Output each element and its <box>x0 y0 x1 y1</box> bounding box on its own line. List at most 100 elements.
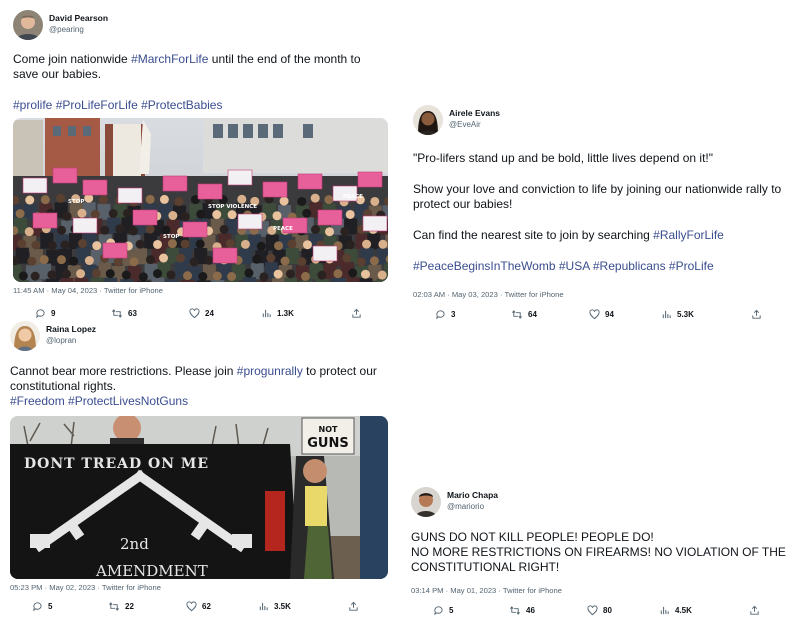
user-handle[interactable]: @pearing <box>49 25 84 34</box>
tweet-text-segment: Can find the nearest site to join by sea… <box>413 228 654 242</box>
views-button[interactable]: 1.3K <box>261 308 294 319</box>
reply-icon <box>436 310 445 320</box>
hashtag-link[interactable]: #Freedom <box>10 394 65 408</box>
share-icon <box>352 308 361 318</box>
tweet-paragraph: Show your love and conviction to life by… <box>413 182 785 212</box>
user-name[interactable]: Airele Evans <box>449 108 500 118</box>
reply-count: 9 <box>51 309 56 318</box>
tweet-text-segment: Come join nationwide <box>13 52 132 66</box>
tweet-card[interactable]: David Pearson @pearing Come join nationw… <box>13 10 388 322</box>
retweet-button[interactable]: 46 <box>509 605 535 616</box>
hashtag-link[interactable]: #prolife <box>13 98 52 112</box>
like-count: 62 <box>202 602 211 611</box>
tweet-timestamp[interactable]: 03:14 PM · May 01, 2023 · Twitter for iP… <box>411 586 788 595</box>
retweet-count: 22 <box>125 602 134 611</box>
protest-sign-text: STOP <box>68 199 84 205</box>
views-icon <box>262 309 271 318</box>
reply-count: 5 <box>449 606 454 615</box>
hashtag-link[interactable]: #RallyForLife <box>653 228 724 242</box>
retweet-count: 63 <box>128 309 137 318</box>
retweet-button[interactable]: 64 <box>511 309 537 320</box>
user-handle[interactable]: @lopran <box>46 336 76 345</box>
like-icon <box>587 605 598 616</box>
retweet-count: 64 <box>528 310 537 319</box>
like-icon <box>189 308 200 319</box>
reply-button[interactable]: 9 <box>35 308 55 319</box>
tweet-line: NO MORE RESTRICTIONS ON FIREARMS! NO VIO… <box>411 545 786 574</box>
views-button[interactable]: 5.3K <box>661 309 694 320</box>
user-name[interactable]: David Pearson <box>49 13 108 23</box>
hashtag-link[interactable]: #ProtectLivesNotGuns <box>68 394 188 408</box>
tweet-header: Raina Lopez @lopran <box>10 321 388 351</box>
like-button[interactable]: 24 <box>189 308 214 319</box>
tweet-actions: 3 64 94 5.3K <box>413 309 788 323</box>
tweet-image[interactable]: STOP STOP VIOLENCE PEACE PEACE STOP <box>13 118 388 282</box>
tweet-timestamp[interactable]: 05:23 PM · May 02, 2023 · Twitter for iP… <box>10 583 388 592</box>
views-icon <box>259 602 268 611</box>
user-name[interactable]: Mario Chapa <box>447 490 498 500</box>
tweet-actions: 9 63 24 1.3K <box>13 308 388 322</box>
sign-text: NOT <box>319 425 338 434</box>
like-button[interactable]: 94 <box>589 309 614 320</box>
avatar[interactable] <box>13 10 43 40</box>
reply-icon <box>36 309 45 319</box>
hashtag-link[interactable]: #progunrally <box>237 364 303 378</box>
tweet-hashtags: #Freedom #ProtectLivesNotGuns <box>10 394 388 409</box>
share-button[interactable] <box>749 605 760 616</box>
tweet-card[interactable]: Raina Lopez @lopran Cannot bear more res… <box>10 321 388 615</box>
tweet-card[interactable]: Mario Chapa @mariorio GUNS DO NOT KILL P… <box>411 487 788 619</box>
reply-button[interactable]: 3 <box>435 309 455 320</box>
tweet-image[interactable]: DONT TREAD ON ME 2nd AMENDMENT NOT GUNS <box>10 416 388 579</box>
like-button[interactable]: 62 <box>186 601 211 612</box>
sign-text-2: GUNS <box>307 436 348 451</box>
views-count: 3.5K <box>274 602 291 611</box>
tweet-header: Mario Chapa @mariorio <box>411 487 788 517</box>
views-count: 1.3K <box>277 309 294 318</box>
avatar[interactable] <box>10 321 40 351</box>
tweet-text: Cannot bear more restrictions. Please jo… <box>10 364 382 394</box>
flag-bottom-text: AMENDMENT <box>95 562 208 579</box>
tweet-timestamp[interactable]: 02:03 AM · May 03, 2023 · Twitter for iP… <box>413 290 788 299</box>
tweet-header: David Pearson @pearing <box>13 10 388 40</box>
tweet-timestamp[interactable]: 11:45 AM · May 04, 2023 · Twitter for iP… <box>13 286 388 295</box>
share-button[interactable] <box>351 308 362 319</box>
tweet-text: Come join nationwide #MarchForLife until… <box>13 52 385 82</box>
avatar[interactable] <box>413 105 443 135</box>
views-button[interactable]: 4.5K <box>659 605 692 616</box>
tweet-paragraph: #PeaceBeginsInTheWomb #USA #Republicans … <box>413 259 785 274</box>
share-button[interactable] <box>348 601 359 612</box>
retweet-icon <box>510 606 520 615</box>
tweet-card[interactable]: Airele Evans @EveAir "Pro-lifers stand u… <box>413 105 788 323</box>
retweet-icon <box>109 602 119 611</box>
share-button[interactable] <box>751 309 762 320</box>
user-handle[interactable]: @mariorio <box>447 502 484 511</box>
retweet-icon <box>512 310 522 319</box>
like-button[interactable]: 80 <box>587 605 612 616</box>
share-icon <box>752 309 761 319</box>
reply-icon <box>434 606 443 616</box>
retweet-icon <box>112 309 122 318</box>
like-count: 24 <box>205 309 214 318</box>
user-handle[interactable]: @EveAir <box>449 120 481 129</box>
tweet-hashtags: #prolife #ProLifeForLife #ProtectBabies <box>13 98 388 113</box>
reply-button[interactable]: 5 <box>433 605 453 616</box>
protest-sign-text: STOP <box>163 234 179 240</box>
hashtag-link[interactable]: #PeaceBeginsInTheWomb #USA #Republicans … <box>413 259 714 273</box>
views-count: 5.3K <box>677 310 694 319</box>
flag-mid-text: 2nd <box>120 535 149 553</box>
hashtag-link[interactable]: #ProLifeForLife <box>56 98 138 112</box>
tweet-text: GUNS DO NOT KILL PEOPLE! PEOPLE DO! NO M… <box>411 530 786 575</box>
tweet-actions: 5 46 80 4.5K <box>411 605 788 619</box>
hashtag-link[interactable]: #ProtectBabies <box>141 98 222 112</box>
retweet-button[interactable]: 63 <box>111 308 137 319</box>
tweet-paragraph: "Pro-lifers stand up and be bold, little… <box>413 151 785 166</box>
reply-icon <box>33 602 42 612</box>
retweet-button[interactable]: 22 <box>108 601 134 612</box>
hashtag-link[interactable]: #MarchForLife <box>131 52 208 66</box>
user-name[interactable]: Raina Lopez <box>46 324 96 334</box>
reply-count: 5 <box>48 602 53 611</box>
like-count: 94 <box>605 310 614 319</box>
reply-button[interactable]: 5 <box>32 601 52 612</box>
avatar[interactable] <box>411 487 441 517</box>
views-button[interactable]: 3.5K <box>258 601 291 612</box>
